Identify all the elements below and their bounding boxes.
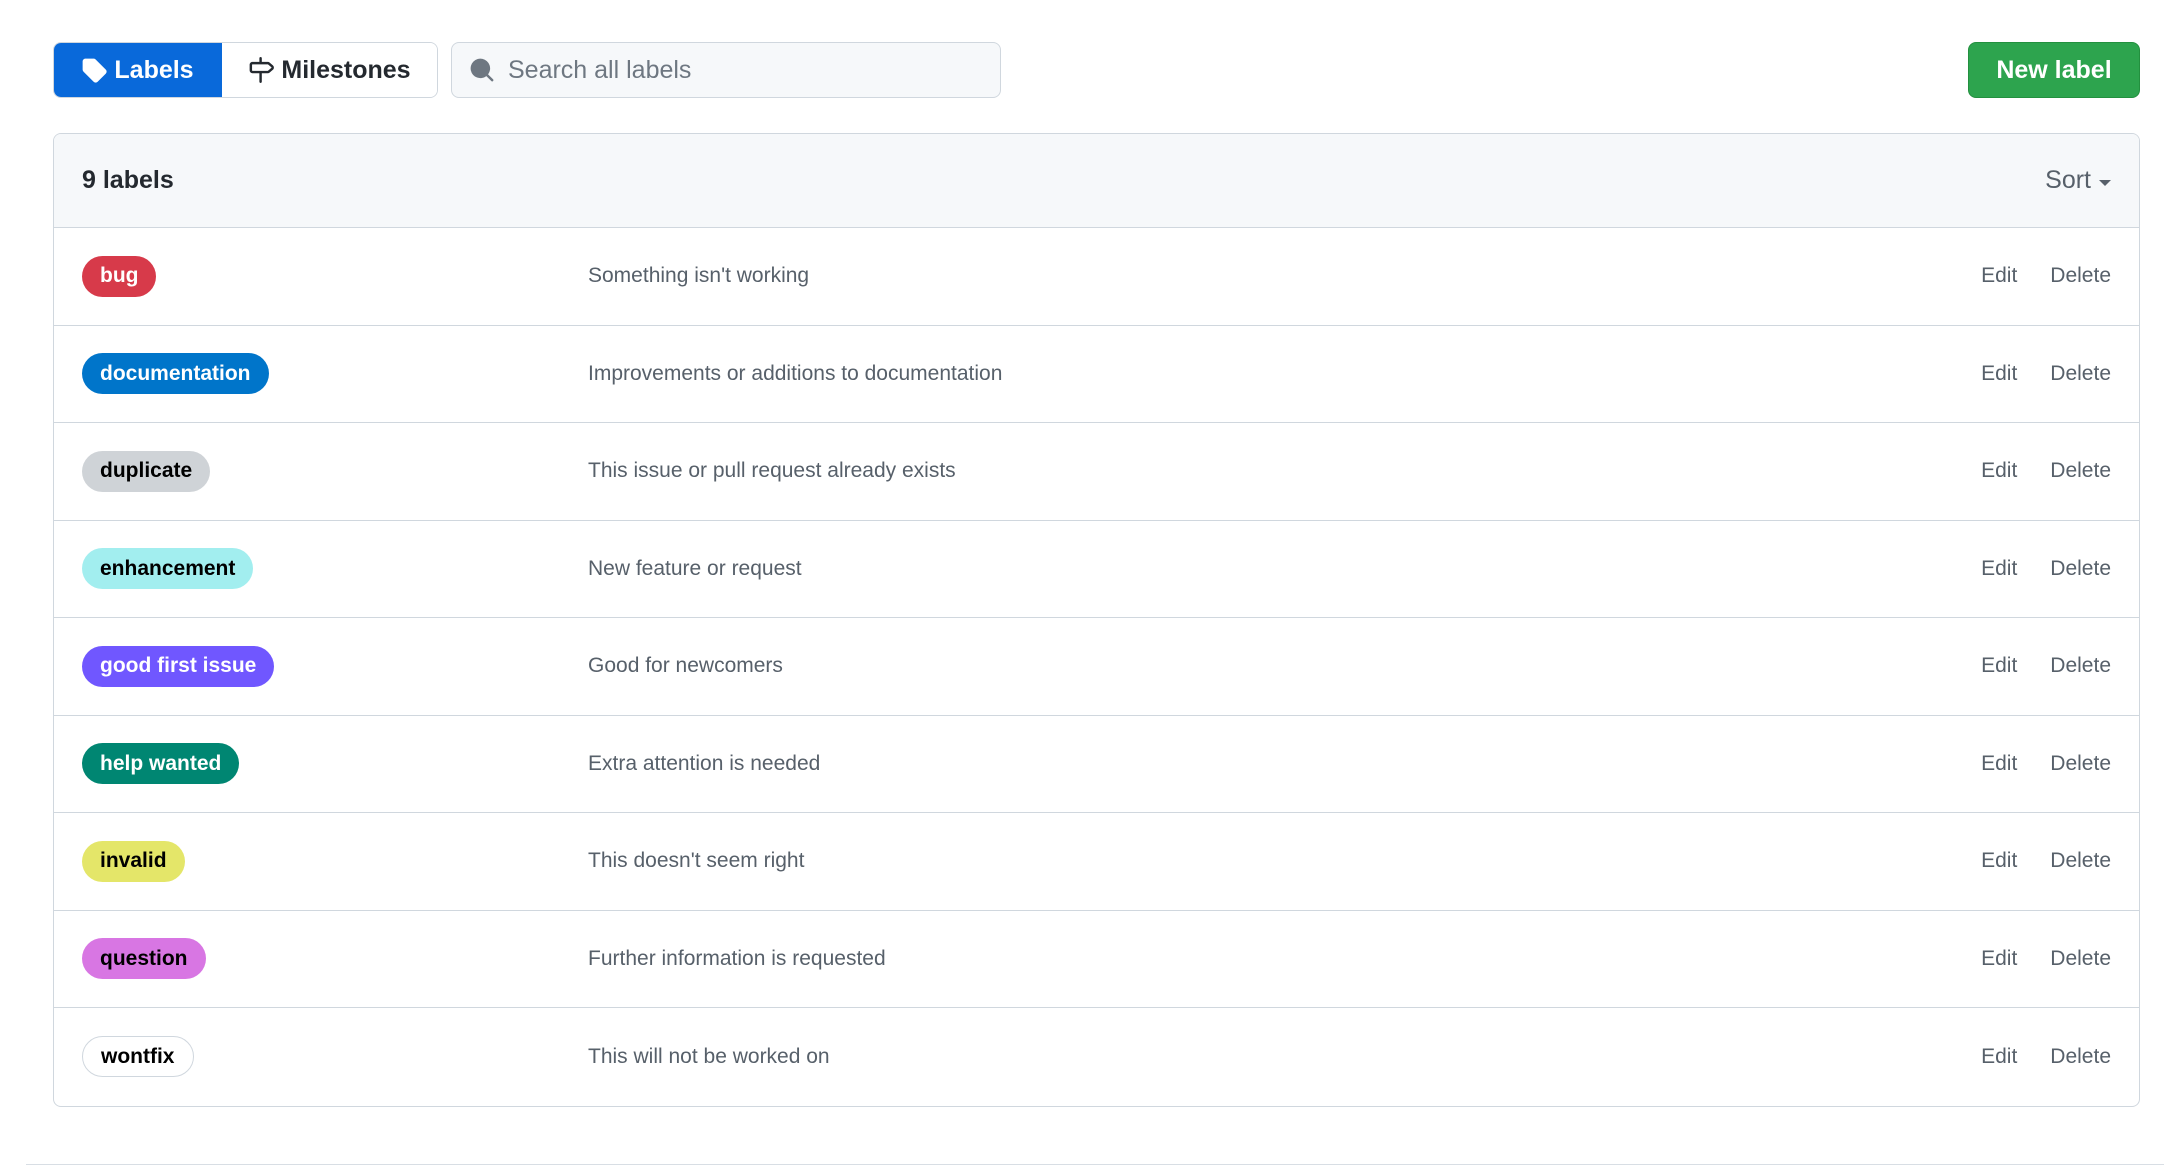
label-actions: Edit Delete xyxy=(1981,947,2111,971)
label-pill[interactable]: duplicate xyxy=(82,450,211,492)
label-pill[interactable]: documentation xyxy=(82,353,269,395)
label-description: New feature or request xyxy=(588,556,802,580)
label-description: This issue or pull request already exist… xyxy=(588,459,956,483)
label-pill[interactable]: help wanted xyxy=(82,743,240,785)
edit-label-button[interactable]: Edit xyxy=(1981,459,2017,483)
label-name-cell: wontfix xyxy=(82,1036,588,1078)
edit-label-button[interactable]: Edit xyxy=(1981,1045,2017,1069)
label-description: Extra attention is needed xyxy=(588,751,821,775)
footer-divider xyxy=(26,1164,2164,1165)
delete-label-button[interactable]: Delete xyxy=(2050,557,2111,581)
labels-count: 9 labels xyxy=(82,166,174,194)
label-row: question Further information is requeste… xyxy=(54,911,2139,1008)
label-actions: Edit Delete xyxy=(1981,654,2111,678)
tag-icon xyxy=(83,58,108,83)
label-actions: Edit Delete xyxy=(1981,752,2111,776)
search-box xyxy=(451,42,1001,98)
labels-page: Labels Milestones New label 9 labels S xyxy=(0,0,2174,1168)
tab-milestones-text: Milestones xyxy=(281,55,411,84)
search-input[interactable] xyxy=(508,43,1000,97)
label-description: Something isn't working xyxy=(588,264,810,288)
edit-label-button[interactable]: Edit xyxy=(1981,264,2017,288)
label-pill[interactable]: bug xyxy=(82,255,157,297)
tab-labels[interactable]: Labels xyxy=(54,43,222,97)
new-label-button[interactable]: New label xyxy=(1968,42,2140,98)
label-pill[interactable]: wontfix xyxy=(82,1036,194,1078)
caret-down-icon xyxy=(2099,179,2111,186)
label-actions: Edit Delete xyxy=(1981,459,2111,483)
label-description: Further information is requested xyxy=(588,946,886,970)
label-name-cell: enhancement xyxy=(82,548,588,590)
label-row: help wanted Extra attention is needed Ed… xyxy=(54,716,2139,813)
label-name-cell: invalid xyxy=(82,840,588,882)
labels-list-header: 9 labels Sort xyxy=(54,134,2139,228)
label-pill[interactable]: invalid xyxy=(82,840,185,882)
delete-label-button[interactable]: Delete xyxy=(2050,362,2111,386)
delete-label-button[interactable]: Delete xyxy=(2050,1045,2111,1069)
tab-labels-text: Labels xyxy=(114,55,194,84)
milestone-icon xyxy=(250,57,275,83)
labels-list: 9 labels Sort bug Something isn't workin… xyxy=(53,133,2140,1107)
label-description: Good for newcomers xyxy=(588,654,783,678)
label-row: bug Something isn't working Edit Delete xyxy=(54,228,2139,326)
edit-label-button[interactable]: Edit xyxy=(1981,947,2017,971)
labels-rows: bug Something isn't working Edit Delete … xyxy=(54,228,2139,1106)
labels-milestones-nav: Labels Milestones xyxy=(53,42,438,98)
delete-label-button[interactable]: Delete xyxy=(2050,947,2111,971)
label-actions: Edit Delete xyxy=(1981,264,2111,288)
edit-label-button[interactable]: Edit xyxy=(1981,654,2017,678)
label-description: Improvements or additions to documentati… xyxy=(588,361,1003,385)
label-row: good first issue Good for newcomers Edit… xyxy=(54,618,2139,716)
label-row: enhancement New feature or request Edit … xyxy=(54,521,2139,618)
delete-label-button[interactable]: Delete xyxy=(2050,849,2111,873)
label-name-cell: documentation xyxy=(82,353,588,395)
label-actions: Edit Delete xyxy=(1981,849,2111,873)
label-actions: Edit Delete xyxy=(1981,362,2111,386)
edit-label-button[interactable]: Edit xyxy=(1981,362,2017,386)
label-description: This doesn't seem right xyxy=(588,849,805,873)
sort-label: Sort xyxy=(2045,166,2091,194)
label-name-cell: good first issue xyxy=(82,645,588,687)
label-actions: Edit Delete xyxy=(1981,557,2111,581)
label-row: invalid This doesn't seem right Edit Del… xyxy=(54,813,2139,911)
label-name-cell: question xyxy=(82,938,588,980)
label-pill[interactable]: good first issue xyxy=(82,645,275,687)
delete-label-button[interactable]: Delete xyxy=(2050,752,2111,776)
label-row: duplicate This issue or pull request alr… xyxy=(54,423,2139,521)
labels-toolbar: Labels Milestones New label xyxy=(53,42,2140,98)
delete-label-button[interactable]: Delete xyxy=(2050,264,2111,288)
delete-label-button[interactable]: Delete xyxy=(2050,459,2111,483)
edit-label-button[interactable]: Edit xyxy=(1981,752,2017,776)
label-actions: Edit Delete xyxy=(1981,1045,2111,1069)
label-row: wontfix This will not be worked on Edit … xyxy=(54,1008,2139,1106)
edit-label-button[interactable]: Edit xyxy=(1981,557,2017,581)
label-name-cell: duplicate xyxy=(82,450,588,492)
label-description: This will not be worked on xyxy=(588,1044,830,1068)
edit-label-button[interactable]: Edit xyxy=(1981,849,2017,873)
search-icon xyxy=(452,57,508,83)
delete-label-button[interactable]: Delete xyxy=(2050,654,2111,678)
label-pill[interactable]: question xyxy=(82,938,206,980)
label-row: documentation Improvements or additions … xyxy=(54,326,2139,423)
label-pill[interactable]: enhancement xyxy=(82,548,254,590)
label-name-cell: help wanted xyxy=(82,743,588,785)
label-name-cell: bug xyxy=(82,255,588,297)
tab-milestones[interactable]: Milestones xyxy=(222,43,437,97)
sort-dropdown[interactable]: Sort xyxy=(2045,166,2111,195)
